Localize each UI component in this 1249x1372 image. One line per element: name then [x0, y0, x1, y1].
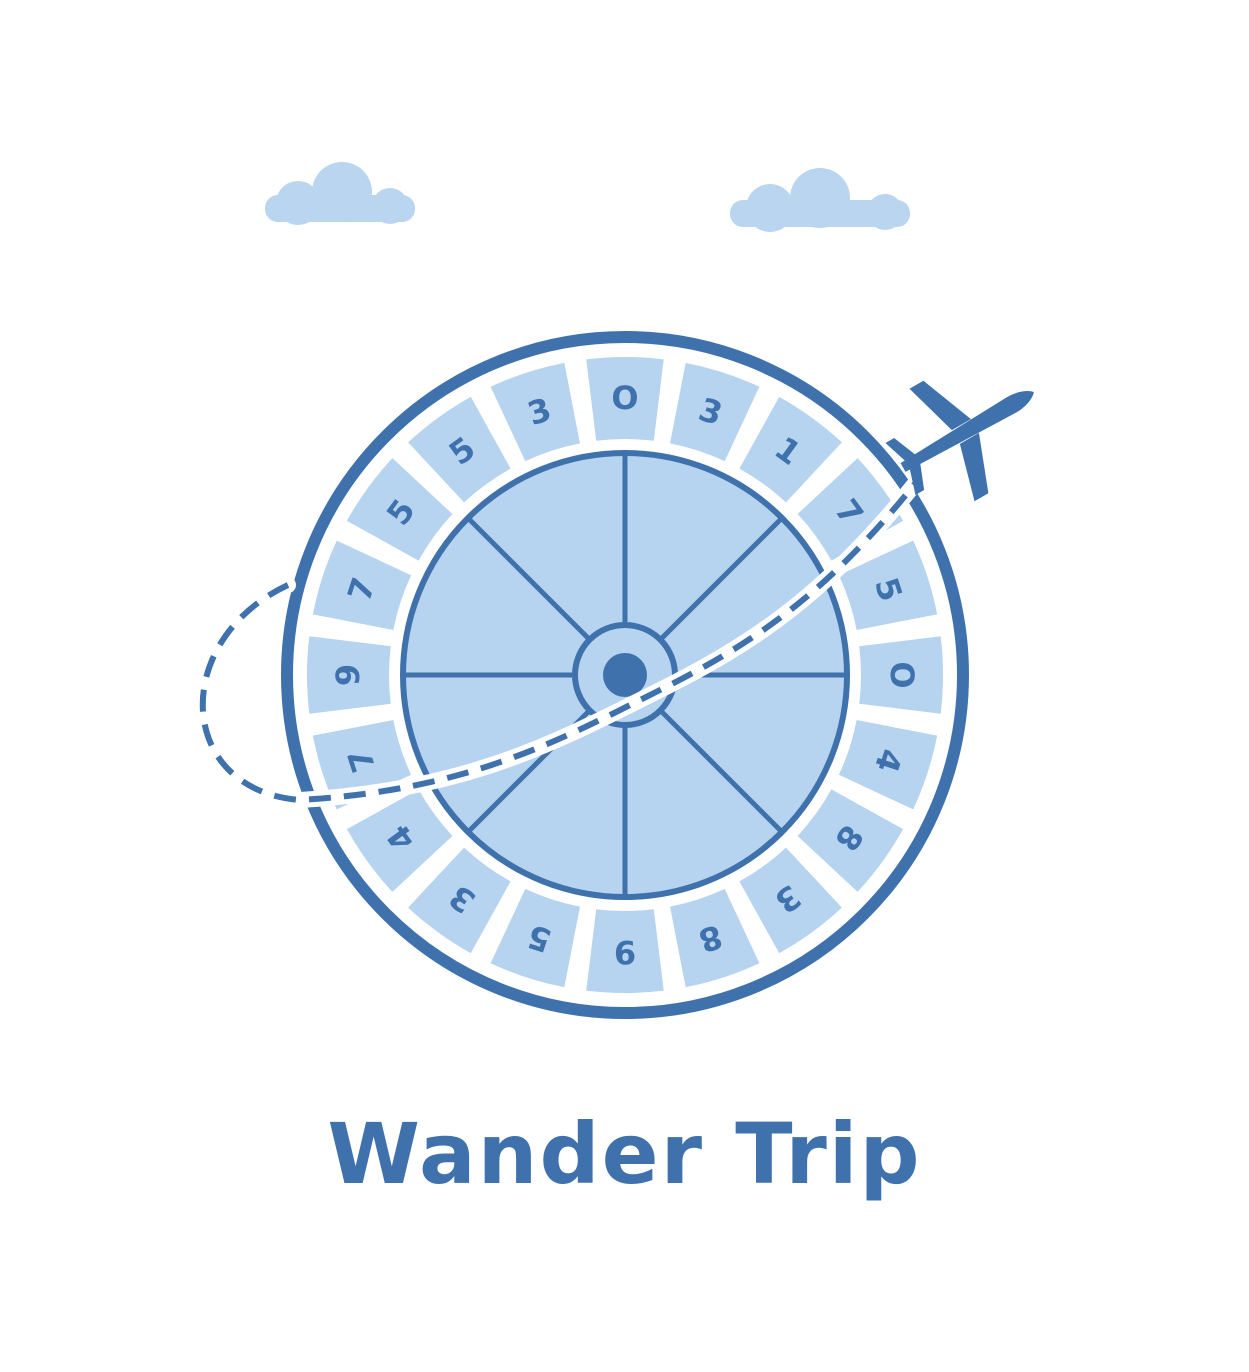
wheel-pocket-number: O — [883, 661, 921, 688]
wheel-pocket-number: 9 — [329, 664, 367, 686]
cloud-icon — [730, 168, 910, 232]
wheel-pocket-number: 9 — [614, 933, 636, 971]
roulette-wheel-icon: O 3175O48389534797553 — [281, 331, 969, 1019]
wheel-pocket-number: O — [611, 379, 638, 417]
cloud-icon — [265, 162, 415, 225]
brand-title: Wander Trip — [327, 1105, 922, 1203]
